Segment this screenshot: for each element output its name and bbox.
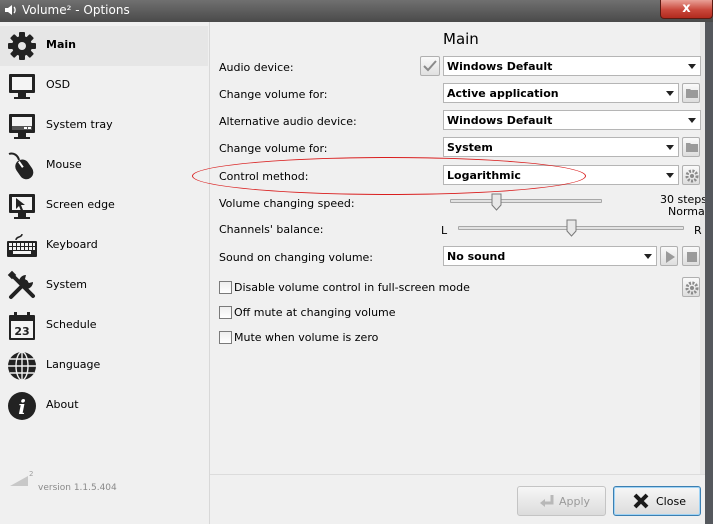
folder-icon xyxy=(686,89,698,98)
tools-icon xyxy=(6,270,38,302)
sidebar-item-label: About xyxy=(46,398,79,411)
sidebar-item-system-tray[interactable]: System tray xyxy=(0,106,208,146)
sidebar-item-osd[interactable]: OSD xyxy=(0,66,208,106)
volume-speed-slider-thumb[interactable] xyxy=(491,193,502,211)
keyboard-icon xyxy=(6,230,38,262)
apply-icon xyxy=(538,493,556,514)
play-sound-button[interactable] xyxy=(660,246,678,266)
sidebar-item-label: System tray xyxy=(46,118,113,131)
chevron-down-icon xyxy=(644,254,652,259)
balance-slider-thumb[interactable] xyxy=(566,219,577,237)
change-volume-select[interactable]: Active application xyxy=(443,83,679,103)
volume-speed-track xyxy=(450,199,602,203)
sidebar-item-label: System xyxy=(46,278,88,291)
alt-audio-device-select[interactable]: Windows Default xyxy=(443,110,701,130)
gear-icon xyxy=(685,169,699,183)
window-title: Volume² - Options xyxy=(22,3,130,17)
folder-icon xyxy=(686,143,698,152)
title-bar: Volume² - Options x xyxy=(0,0,713,22)
change-volume-alt-select[interactable]: System xyxy=(443,137,679,157)
mute-zero-label: Mute when volume is zero xyxy=(234,331,379,344)
sidebar-item-mouse[interactable]: Mouse xyxy=(0,146,208,186)
audio-device-select[interactable]: Windows Default xyxy=(443,56,701,76)
balance-label: Channels' balance: xyxy=(219,223,324,236)
change-volume-value: Active application xyxy=(447,87,559,100)
off-mute-label: Off mute at changing volume xyxy=(234,306,396,319)
change-volume-alt-label: Change volume for: xyxy=(219,142,328,155)
version-text: version 1.1.5.404 xyxy=(38,483,117,493)
sound-value: No sound xyxy=(447,250,506,263)
sidebar-item-label: Keyboard xyxy=(46,238,98,251)
fullscreen-settings-button[interactable] xyxy=(682,277,700,297)
close-label: Close xyxy=(656,495,686,508)
audio-device-label: Audio device: xyxy=(219,61,294,74)
sidebar-item-label: Main xyxy=(46,38,76,51)
fullscreen-disable-label: Disable volume control in full-screen mo… xyxy=(234,281,470,294)
version-logo-icon: 2 xyxy=(8,470,34,488)
sidebar-item-schedule[interactable]: 23 Schedule xyxy=(0,306,208,346)
apply-label: Apply xyxy=(559,495,591,508)
folder-button[interactable] xyxy=(682,83,700,103)
gear-icon xyxy=(685,281,699,295)
sidebar-item-keyboard[interactable]: Keyboard xyxy=(0,226,208,266)
sidebar-item-screen-edge[interactable]: Screen edge xyxy=(0,186,208,226)
play-icon xyxy=(666,251,675,263)
control-method-select[interactable]: Logarithmic xyxy=(443,165,679,185)
mouse-icon xyxy=(6,150,38,182)
fullscreen-disable-checkbox[interactable] xyxy=(219,281,232,294)
control-method-value: Logarithmic xyxy=(447,169,521,182)
page-title: Main xyxy=(443,30,479,48)
sidebar-item-main[interactable]: Main xyxy=(0,26,208,66)
balance-right-label: R xyxy=(694,224,702,237)
volume-speed-label: Volume changing speed: xyxy=(219,197,355,210)
alt-audio-device-value: Windows Default xyxy=(447,114,553,127)
window-frame xyxy=(705,22,713,524)
sidebar-item-label: Screen edge xyxy=(46,198,115,211)
globe-icon xyxy=(6,350,38,382)
chevron-down-icon xyxy=(688,64,696,69)
sidebar-item-label: OSD xyxy=(46,78,71,91)
svg-text:2: 2 xyxy=(29,470,33,478)
sound-label: Sound on changing volume: xyxy=(219,251,374,264)
chevron-down-icon xyxy=(666,91,674,96)
close-icon xyxy=(632,492,650,513)
system-tray-icon xyxy=(6,110,38,142)
chevron-down-icon xyxy=(666,145,674,150)
off-mute-checkbox[interactable] xyxy=(219,306,232,319)
sidebar-item-about[interactable]: i About xyxy=(0,386,208,426)
alt-audio-device-label: Alternative audio device: xyxy=(219,115,357,128)
balance-left-label: L xyxy=(441,224,448,237)
sidebar-item-label: Mouse xyxy=(46,158,82,171)
volume-speed-subvalue: Normal xyxy=(668,205,708,218)
window-close-button[interactable]: x xyxy=(660,0,713,19)
gear-icon xyxy=(6,30,38,62)
stop-sound-button[interactable] xyxy=(682,246,700,266)
stop-icon xyxy=(687,252,697,262)
svg-text:i: i xyxy=(18,395,26,419)
calendar-icon: 23 xyxy=(6,310,38,342)
change-volume-alt-value: System xyxy=(447,141,493,154)
close-button[interactable]: Close xyxy=(613,486,701,516)
sidebar-item-label: Schedule xyxy=(46,318,97,331)
chevron-down-icon xyxy=(666,173,674,178)
folder-button[interactable] xyxy=(682,137,700,157)
audio-device-value: Windows Default xyxy=(447,60,553,73)
apply-button[interactable]: Apply xyxy=(517,486,606,516)
control-method-label: Control method: xyxy=(219,170,309,183)
screen-edge-icon xyxy=(6,190,38,222)
sidebar-item-system[interactable]: System xyxy=(0,266,208,306)
sidebar-item-language[interactable]: Language xyxy=(0,346,208,386)
audio-device-check-button[interactable] xyxy=(420,56,440,76)
app-speaker-icon xyxy=(3,2,19,18)
svg-text:23: 23 xyxy=(14,325,29,338)
change-volume-label: Change volume for: xyxy=(219,88,328,101)
sidebar-item-label: Language xyxy=(46,358,101,371)
chevron-down-icon xyxy=(688,118,696,123)
sound-select[interactable]: No sound xyxy=(443,246,657,266)
info-icon: i xyxy=(6,390,38,422)
mute-zero-checkbox[interactable] xyxy=(219,331,232,344)
monitor-icon xyxy=(6,70,38,102)
checkmark-icon xyxy=(423,60,437,72)
control-method-settings-button[interactable] xyxy=(682,165,700,185)
